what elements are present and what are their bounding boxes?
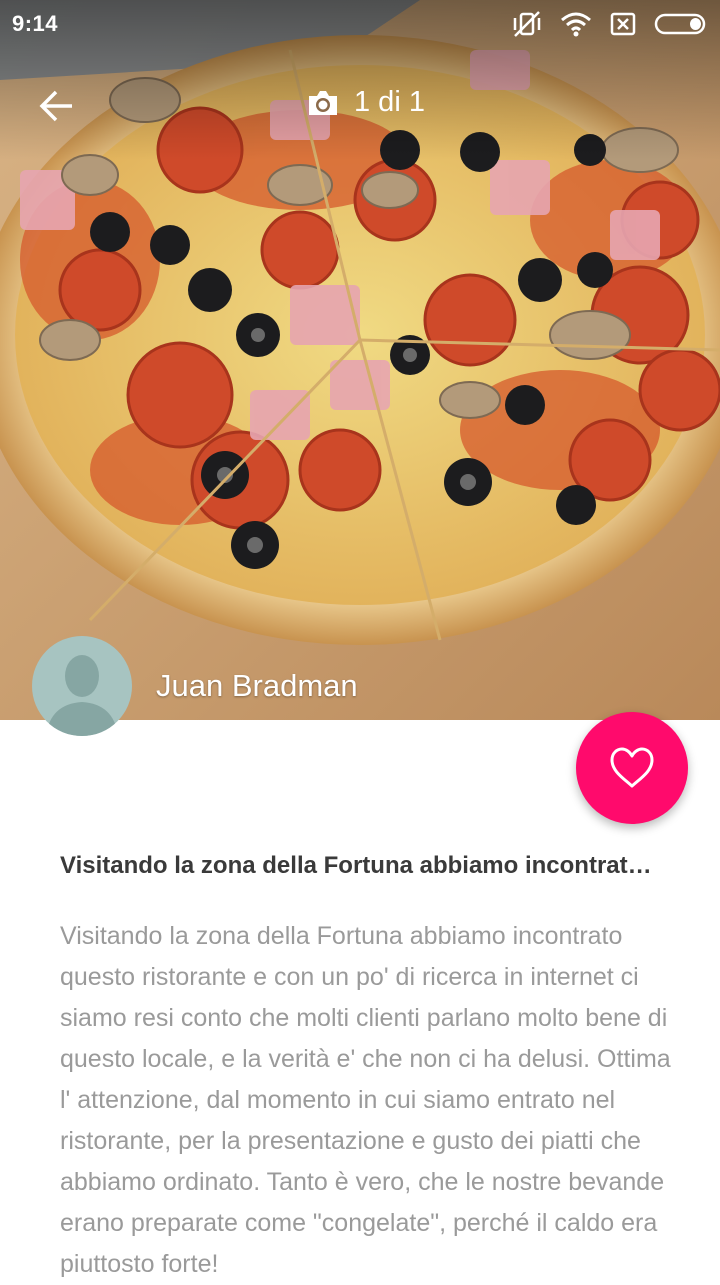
status-bar: 9:14	[0, 0, 720, 50]
user-silhouette-icon	[46, 655, 118, 736]
camera-icon	[309, 90, 337, 115]
avatar[interactable]	[32, 636, 132, 736]
status-icons	[512, 10, 708, 38]
back-arrow-icon[interactable]	[34, 84, 78, 128]
review-title: Visitando la zona della Fortuna abbiamo …	[60, 852, 660, 879]
battery-icon	[654, 13, 706, 35]
photo-counter: 1 di 1	[306, 86, 425, 119]
photo-counter-text: 1 di 1	[354, 86, 425, 118]
sim-off-icon	[610, 12, 636, 36]
photo-viewer-toolbar: 1 di 1	[0, 70, 720, 140]
favorite-button[interactable]	[576, 712, 688, 824]
wifi-icon	[561, 12, 591, 37]
status-time: 9:14	[12, 11, 59, 36]
heart-outline-icon	[610, 747, 654, 788]
hero-photo[interactable]: 9:14 1 di 1 Juan Bradman	[0, 0, 720, 720]
author-name[interactable]: Juan Bradman	[156, 668, 358, 704]
vibrate-off-icon	[513, 11, 541, 37]
review-body: Visitando la zona della Fortuna abbiamo …	[60, 922, 671, 1278]
